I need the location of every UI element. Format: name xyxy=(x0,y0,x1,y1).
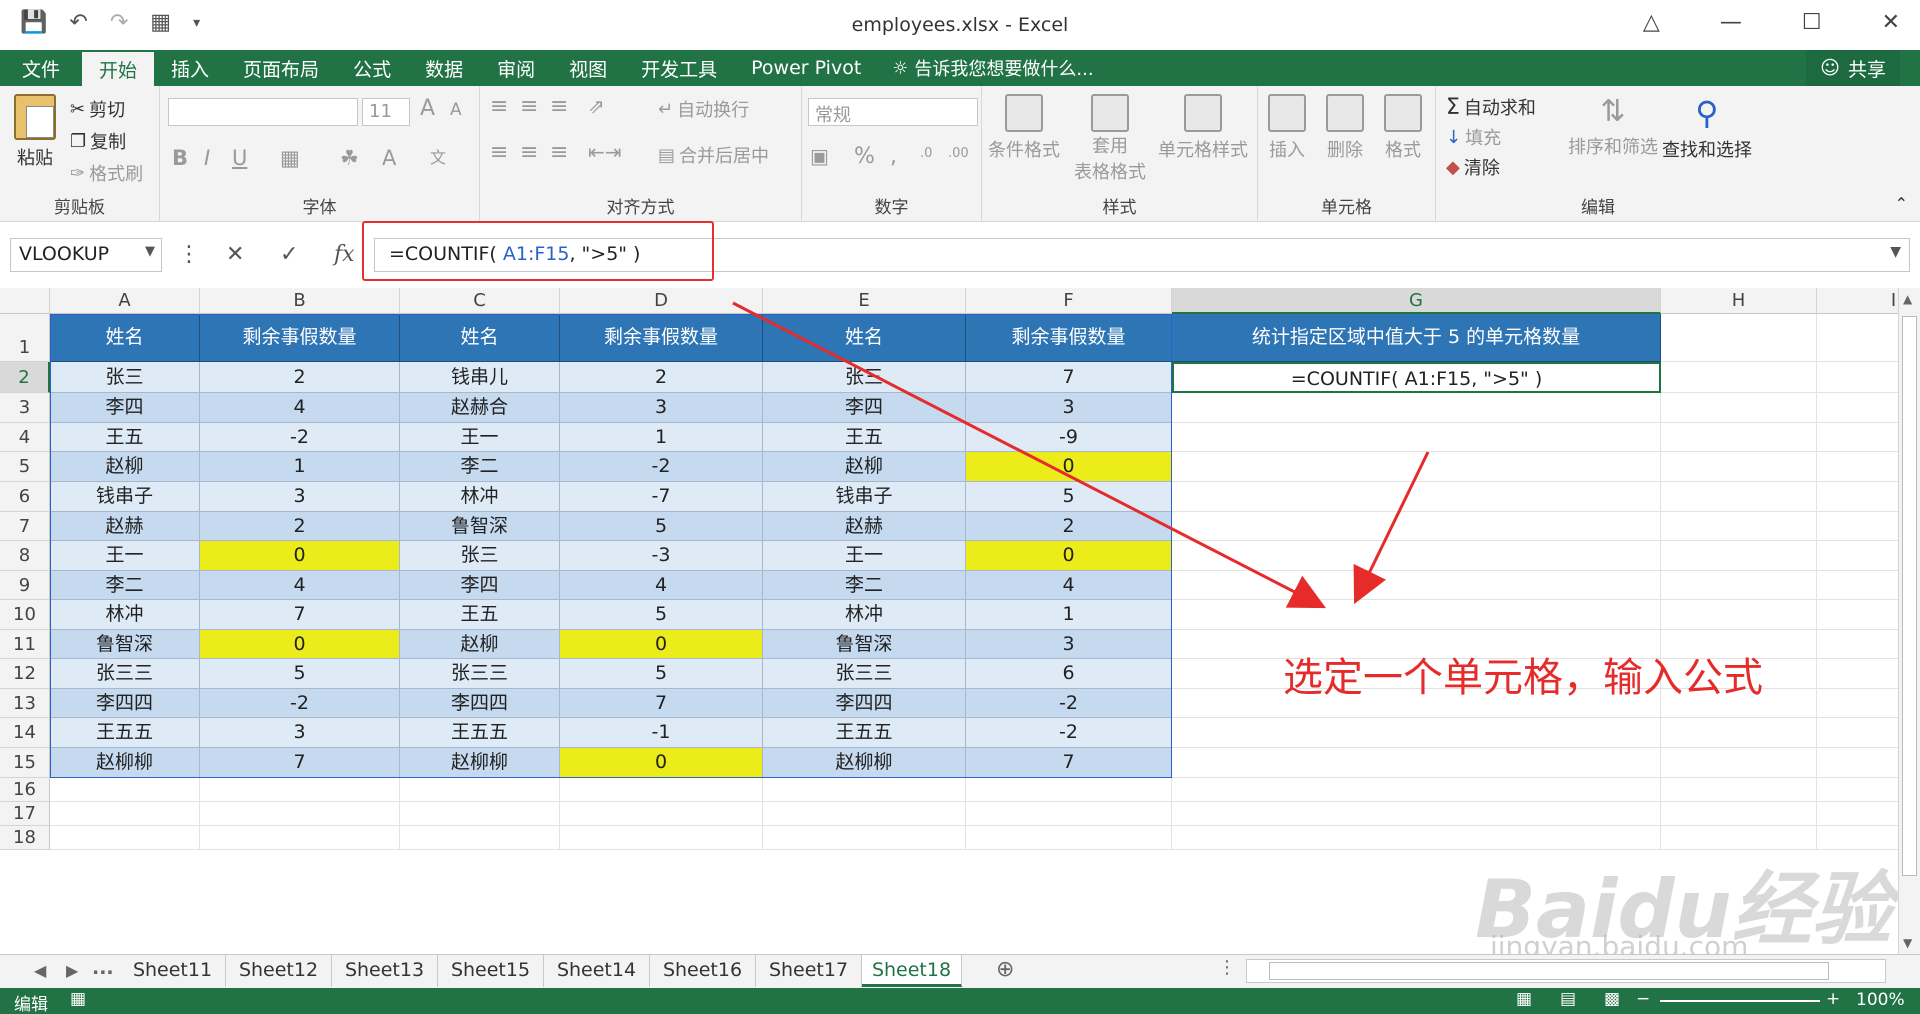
sheet-tab-sheet14[interactable]: Sheet14 xyxy=(544,955,650,987)
vertical-scrollbar[interactable]: ▲ ▼ xyxy=(1898,288,1920,954)
zoom-out-icon[interactable]: − xyxy=(1636,989,1650,1009)
sheet-tab-sheet18[interactable]: Sheet18 xyxy=(862,955,962,987)
arrow-to-cell xyxy=(1353,451,1430,605)
zoom-in-icon[interactable]: + xyxy=(1826,989,1840,1009)
zoom-slider[interactable] xyxy=(1660,1000,1820,1002)
sheet-options-icon: ⋮ xyxy=(1218,957,1236,978)
vertical-scroll-thumb[interactable] xyxy=(1902,316,1917,876)
more-sheets-button[interactable]: ... xyxy=(92,957,114,979)
sheet-tab-sheet17[interactable]: Sheet17 xyxy=(756,955,862,987)
macro-record-icon[interactable]: ▦ xyxy=(70,989,86,1009)
next-sheet-icon[interactable]: ▶ xyxy=(66,961,78,980)
sheet-tab-sheet15[interactable]: Sheet15 xyxy=(438,955,544,987)
sheet-tab-bar: ◀ ▶ ... ⊕ ⋮ Sheet11 Sheet12 Sheet13 Sheet15… xyxy=(0,954,1920,988)
add-sheet-icon[interactable]: ⊕ xyxy=(996,957,1014,982)
sheet-tab-sheet13[interactable]: Sheet13 xyxy=(332,955,438,987)
scroll-down-icon[interactable]: ▼ xyxy=(1903,936,1912,950)
zoom-level[interactable]: 100% xyxy=(1856,990,1905,1010)
page-break-view-icon[interactable]: ▩ xyxy=(1604,989,1620,1009)
sheet-tab-sheet11[interactable]: Sheet11 xyxy=(120,955,226,987)
prev-sheet-icon[interactable]: ◀ xyxy=(34,961,46,980)
horizontal-scrollbar[interactable] xyxy=(1246,959,1886,983)
page-layout-view-icon[interactable]: ▤ xyxy=(1560,989,1576,1009)
annotation-text: 选定一个单元格，输入公式 xyxy=(1283,655,1763,701)
arrow-from-formula-bar xyxy=(732,301,1327,609)
scroll-up-icon[interactable]: ▲ xyxy=(1903,292,1912,306)
normal-view-icon[interactable]: ▦ xyxy=(1516,989,1532,1009)
sheet-tab-sheet12[interactable]: Sheet12 xyxy=(226,955,332,987)
sheet-tab-sheet16[interactable]: Sheet16 xyxy=(650,955,756,987)
mode-indicator: 编辑 xyxy=(14,995,48,1014)
status-bar: 编辑 ▦ ▦ ▤ ▩ − + 100% xyxy=(0,988,1920,1014)
horizontal-scroll-thumb[interactable] xyxy=(1269,962,1829,980)
